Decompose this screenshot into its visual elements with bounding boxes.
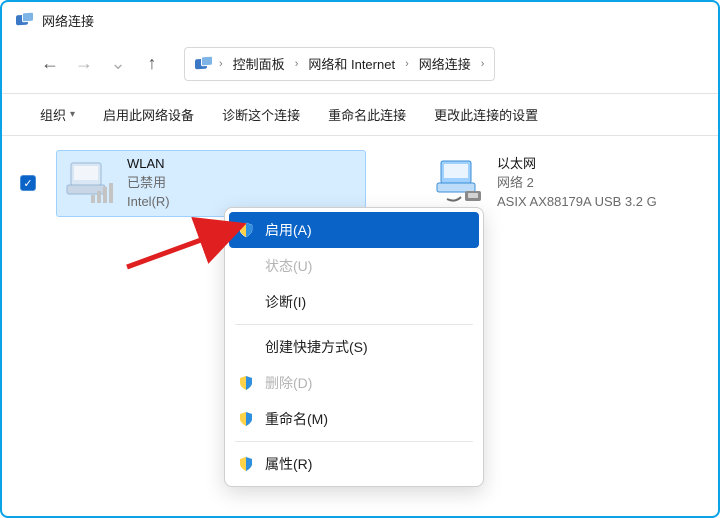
breadcrumb-network-internet[interactable]: 网络和 Internet xyxy=(304,52,399,75)
diagnose-connection-button[interactable]: 诊断这个连接 xyxy=(212,99,310,130)
adapter-name: WLAN xyxy=(127,155,170,174)
network-connections-icon xyxy=(16,12,34,28)
context-menu: 启用(A) 状态(U) 诊断(I) 创建快捷方式(S) 删除(D) 重命名(M) xyxy=(224,207,484,487)
back-button[interactable]: ← xyxy=(38,52,62,76)
adapter-status: 网络 2 xyxy=(497,174,657,193)
ctx-create-shortcut-label: 创建快捷方式(S) xyxy=(265,337,368,357)
organize-label: 组织 xyxy=(40,105,66,124)
ctx-enable-label: 启用(A) xyxy=(265,220,312,240)
titlebar: 网络连接 xyxy=(2,2,718,36)
breadcrumb-sep: › xyxy=(481,58,485,70)
adapter-labels: WLAN 已禁用 Intel(R) xyxy=(127,155,170,212)
adapter-driver: ASIX AX88179A USB 3.2 G xyxy=(497,193,657,212)
wlan-adapter-icon xyxy=(61,155,117,207)
change-settings-button[interactable]: 更改此连接的设置 xyxy=(424,99,548,130)
recent-locations-button[interactable]: ⌄ xyxy=(106,52,130,76)
ctx-status: 状态(U) xyxy=(225,248,483,284)
ctx-diagnose-label: 诊断(I) xyxy=(265,292,306,312)
breadcrumb-sep: › xyxy=(405,58,409,70)
ctx-status-label: 状态(U) xyxy=(265,256,312,276)
ctx-rename-label: 重命名(M) xyxy=(265,409,328,429)
selection-checkbox[interactable]: ✓ xyxy=(20,175,36,191)
ctx-properties-label: 属性(R) xyxy=(265,454,312,474)
breadcrumb-icon xyxy=(195,56,213,72)
breadcrumb-control-panel[interactable]: 控制面板 xyxy=(229,52,289,75)
adapter-driver: Intel(R) xyxy=(127,193,170,212)
ctx-create-shortcut[interactable]: 创建快捷方式(S) xyxy=(225,329,483,365)
rename-connection-button[interactable]: 重命名此连接 xyxy=(318,99,416,130)
navigation-bar: ← → ⌄ ↑ › 控制面板 › 网络和 Internet › 网络连接 › xyxy=(2,36,718,94)
breadcrumb-network-connections[interactable]: 网络连接 xyxy=(415,52,475,75)
enable-device-button[interactable]: 启用此网络设备 xyxy=(93,99,204,130)
ethernet-adapter-icon xyxy=(431,155,487,207)
window-title: 网络连接 xyxy=(42,11,94,30)
shield-icon xyxy=(235,372,257,394)
shield-icon xyxy=(235,408,257,430)
ctx-delete-label: 删除(D) xyxy=(265,373,312,393)
up-button[interactable]: ↑ xyxy=(140,52,164,76)
ctx-rename[interactable]: 重命名(M) xyxy=(225,401,483,437)
forward-button[interactable]: → xyxy=(72,52,96,76)
chevron-down-icon: ▾ xyxy=(70,109,75,120)
icon-slot xyxy=(235,291,257,313)
ctx-enable[interactable]: 启用(A) xyxy=(229,212,479,248)
command-bar: 组织 ▾ 启用此网络设备 诊断这个连接 重命名此连接 更改此连接的设置 xyxy=(2,94,718,136)
icon-slot xyxy=(235,336,257,358)
breadcrumb[interactable]: › 控制面板 › 网络和 Internet › 网络连接 › xyxy=(184,47,495,81)
organize-menu[interactable]: 组织 ▾ xyxy=(30,99,85,130)
ctx-separator xyxy=(235,324,473,325)
icon-slot xyxy=(235,255,257,277)
adapter-status: 已禁用 xyxy=(127,174,170,193)
shield-icon xyxy=(235,219,257,241)
adapter-name: 以太网 xyxy=(497,155,657,174)
ctx-delete: 删除(D) xyxy=(225,365,483,401)
adapter-labels: 以太网 网络 2 ASIX AX88179A USB 3.2 G xyxy=(497,155,657,212)
shield-icon xyxy=(235,453,257,475)
ctx-properties[interactable]: 属性(R) xyxy=(225,446,483,482)
ctx-separator xyxy=(235,441,473,442)
ctx-diagnose[interactable]: 诊断(I) xyxy=(225,284,483,320)
breadcrumb-sep: › xyxy=(295,58,299,70)
breadcrumb-sep: › xyxy=(219,58,223,70)
